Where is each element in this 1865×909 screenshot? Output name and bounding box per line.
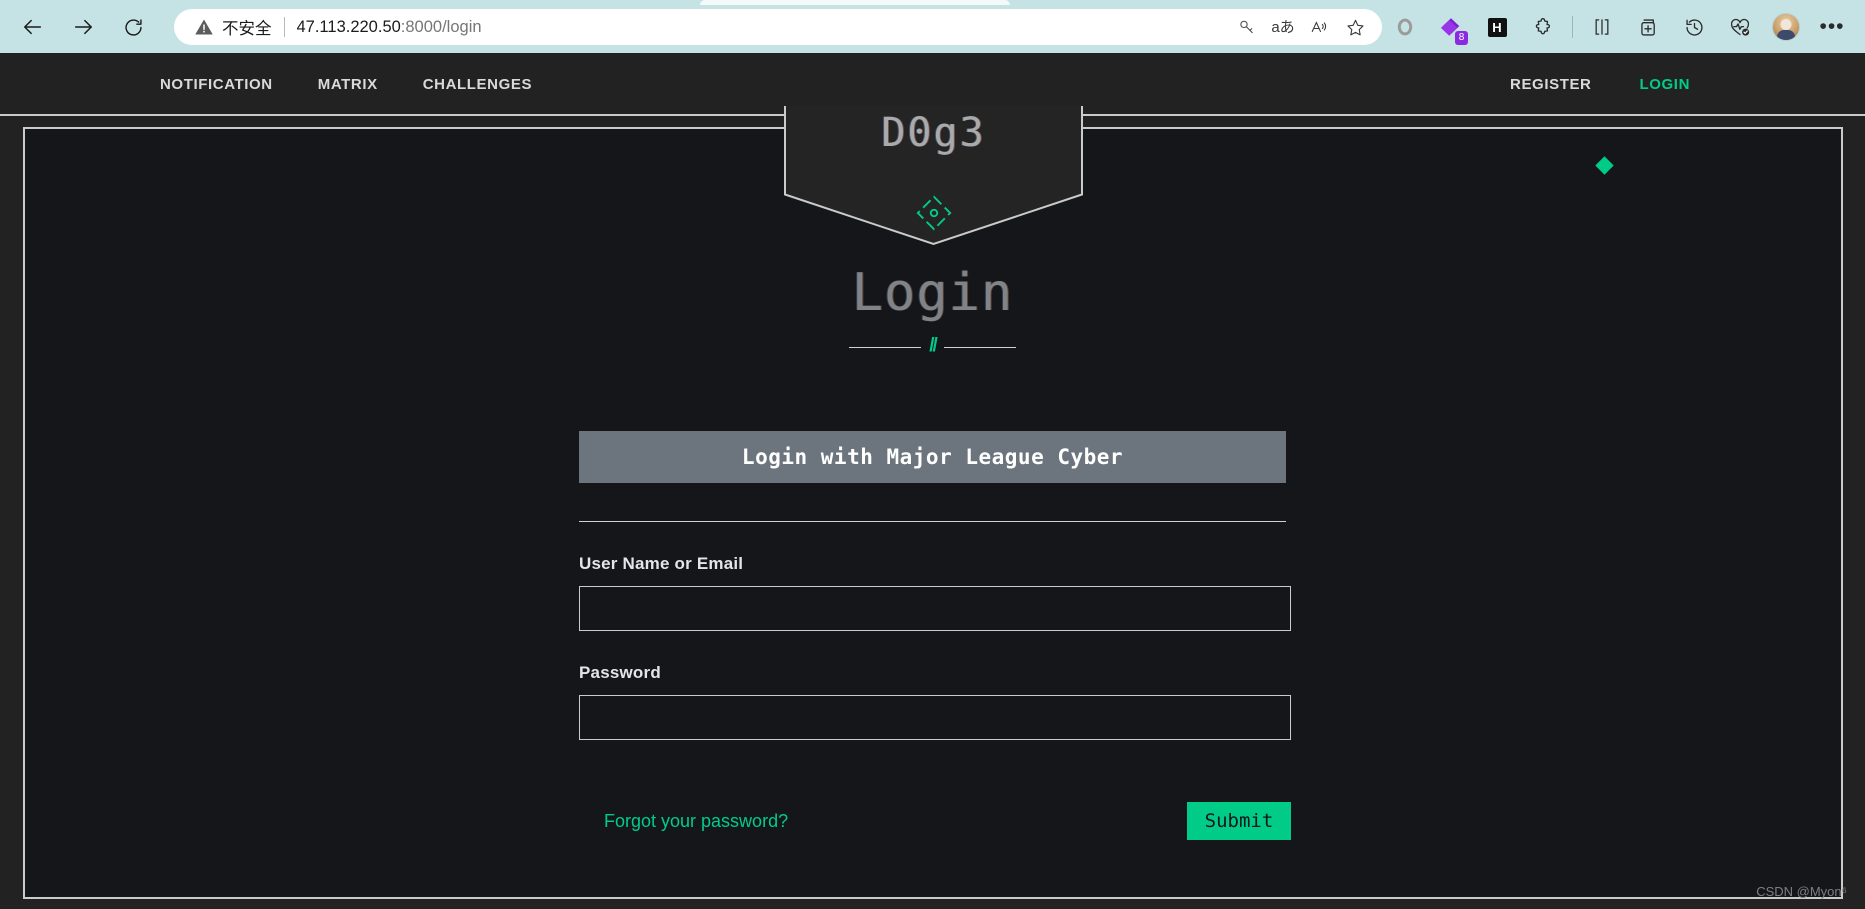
avatar-head [1780, 19, 1792, 30]
browser-essentials-icon[interactable] [1722, 9, 1758, 45]
url-host: 47.113.220.50 [296, 17, 401, 36]
address-bar[interactable]: 不安全 47.113.220.50:8000/login aあ [174, 9, 1382, 45]
address-bar-icons: aあ [1230, 11, 1372, 43]
translate-icon[interactable]: aあ [1266, 11, 1300, 43]
divider-slashes: // [929, 335, 937, 356]
favorite-star-icon[interactable] [1338, 11, 1372, 43]
form-divider [579, 521, 1286, 522]
h-app-icon[interactable]: H [1479, 9, 1515, 45]
translate-glyph: aあ [1271, 18, 1295, 36]
avatar-body [1777, 30, 1795, 40]
toolbar-divider [1572, 16, 1573, 38]
forward-icon[interactable] [64, 8, 102, 46]
site-nav-right-group: REGISTER LOGIN [1510, 53, 1690, 115]
avatar[interactable] [1768, 9, 1804, 45]
site-nav-left-group: NOTIFICATION MATRIX CHALLENGES [160, 53, 532, 115]
browser-navigation-bar: 不安全 47.113.220.50:8000/login aあ 8 H ••• [0, 3, 1865, 51]
split-screen-icon[interactable] [1584, 9, 1620, 45]
extensions-puzzle-icon[interactable] [1525, 9, 1561, 45]
divider-line-right [943, 346, 1016, 348]
password-field-group: Password [579, 663, 1291, 740]
back-icon[interactable] [14, 8, 52, 46]
username-field-group: User Name or Email [579, 554, 1291, 631]
nav-notification[interactable]: NOTIFICATION [160, 76, 273, 93]
url-path: :8000/login [400, 17, 482, 36]
page-title: Login [851, 263, 1014, 323]
password-label: Password [579, 663, 661, 682]
divider-line-left [849, 346, 922, 348]
extension-badge: 8 [1455, 31, 1468, 45]
form-actions-row: Forgot your password? Submit [579, 802, 1291, 840]
h-app-label: H [1487, 17, 1507, 37]
submit-button[interactable]: Submit [1187, 802, 1291, 840]
title-divider: // [0, 335, 1865, 358]
circle-icon[interactable] [1387, 9, 1423, 45]
extension-diamond-icon[interactable]: 8 [1433, 9, 1469, 45]
url-text[interactable]: 47.113.220.50:8000/login [297, 18, 1231, 37]
browser-settings-menu-icon[interactable]: ••• [1814, 9, 1850, 45]
history-icon[interactable] [1676, 9, 1712, 45]
nav-challenges[interactable]: CHALLENGES [423, 76, 532, 93]
key-icon[interactable] [1230, 11, 1264, 43]
security-warning[interactable]: 不安全 [194, 15, 272, 39]
warning-triangle-icon [195, 19, 213, 35]
username-input[interactable] [579, 586, 1291, 631]
forgot-password-link[interactable]: Forgot your password? [604, 811, 788, 832]
nav-register[interactable]: REGISTER [1510, 76, 1591, 93]
browser-toolbar-icons: 8 H ••• [1382, 9, 1865, 45]
password-input[interactable] [579, 695, 1291, 740]
banner-diamond-icon [916, 195, 952, 231]
collections-icon[interactable] [1630, 9, 1666, 45]
profile-avatar-image [1772, 13, 1800, 41]
reload-icon[interactable] [114, 8, 152, 46]
nav-login[interactable]: LOGIN [1640, 76, 1691, 93]
page-viewport: NOTIFICATION MATRIX CHALLENGES REGISTER … [0, 53, 1865, 909]
site-navigation: NOTIFICATION MATRIX CHALLENGES REGISTER … [0, 53, 1865, 115]
login-form: Login with Major League Cyber User Name … [579, 431, 1291, 840]
nav-matrix[interactable]: MATRIX [318, 76, 378, 93]
url-divider [283, 17, 285, 37]
watermark: CSDN @Myon⁶ [1756, 884, 1847, 899]
login-with-mlc-button[interactable]: Login with Major League Cyber [579, 431, 1286, 483]
username-label: User Name or Email [579, 554, 744, 573]
browser-chrome: 不安全 47.113.220.50:8000/login aあ 8 H ••• [0, 0, 1865, 53]
security-status-text: 不安全 [222, 20, 272, 38]
site-logo[interactable]: D0g3 [784, 110, 1083, 156]
read-aloud-icon[interactable] [1302, 11, 1336, 43]
